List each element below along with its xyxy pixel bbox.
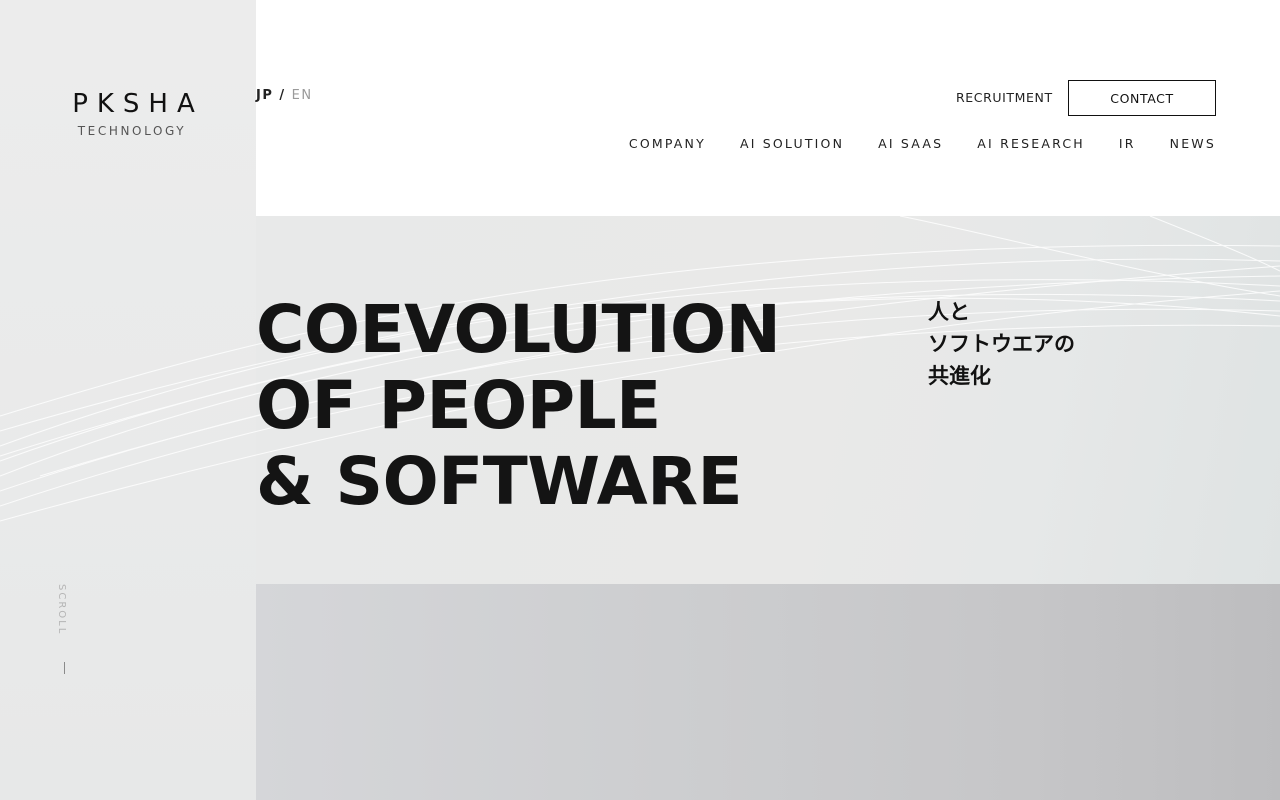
hero-headline: COEVOLUTION OF PEOPLE & SOFTWARE bbox=[256, 291, 781, 520]
recruitment-link[interactable]: RECRUITMENT bbox=[956, 90, 1053, 105]
hero-japanese-copy: 人と ソフトウエアの 共進化 bbox=[928, 296, 1075, 392]
contact-button[interactable]: CONTACT bbox=[1068, 80, 1216, 116]
jp-line-1: 人と bbox=[928, 300, 970, 324]
main-nav: COMPANY AI SOLUTION AI SAAS AI RESEARCH … bbox=[629, 136, 1216, 151]
nav-company[interactable]: COMPANY bbox=[629, 136, 706, 151]
pksha-logo[interactable]: PKSHA TECHNOLOGY bbox=[62, 88, 208, 144]
scroll-line bbox=[64, 662, 65, 674]
nav-ai-solution[interactable]: AI SOLUTION bbox=[740, 136, 844, 151]
headline-line-2: OF PEOPLE bbox=[256, 367, 661, 444]
hero-media-panel bbox=[256, 584, 1280, 800]
nav-news[interactable]: NEWS bbox=[1170, 136, 1216, 151]
headline-line-3: & SOFTWARE bbox=[256, 443, 743, 520]
jp-line-2: ソフトウエアの bbox=[928, 332, 1075, 356]
lang-en[interactable]: EN bbox=[292, 88, 313, 103]
jp-line-3: 共進化 bbox=[928, 364, 991, 388]
logo-subtitle: TECHNOLOGY bbox=[77, 124, 187, 138]
scroll-label: SCROLL bbox=[56, 584, 67, 636]
logo-wordmark: PKSHA bbox=[72, 89, 204, 119]
nav-ir[interactable]: IR bbox=[1119, 136, 1136, 151]
lang-separator: / bbox=[279, 88, 286, 103]
headline-line-1: COEVOLUTION bbox=[256, 291, 781, 368]
nav-ai-research[interactable]: AI RESEARCH bbox=[977, 136, 1085, 151]
nav-ai-saas[interactable]: AI SAAS bbox=[878, 136, 943, 151]
scroll-indicator[interactable]: SCROLL bbox=[52, 584, 76, 684]
lang-jp[interactable]: JP bbox=[256, 88, 273, 103]
language-switcher: JP / EN bbox=[256, 88, 313, 103]
